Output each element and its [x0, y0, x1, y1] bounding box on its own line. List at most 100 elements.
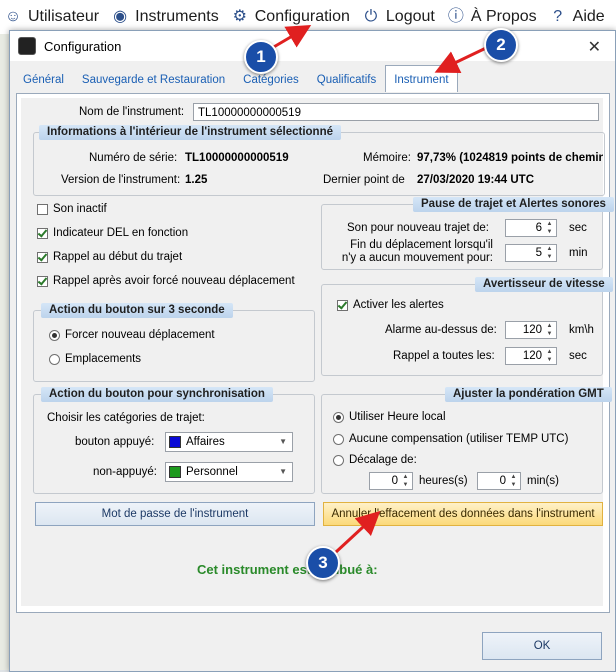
spinner-arrows-icon[interactable]: ▲ ▼ — [400, 473, 411, 489]
aucune-compensation-label: Aucune compensation (utiliser TEMP UTC) — [349, 433, 569, 445]
pressed-value: Affaires — [186, 436, 225, 448]
sync-choose-label: Choisir les catégories de trajet: — [47, 412, 205, 424]
action3-group — [33, 310, 315, 382]
menu-apropos[interactable]: ⓘ À Propos — [447, 8, 537, 26]
rappel-speed-label: Rappel a toutes les: — [393, 350, 495, 362]
tab-sauvegarde[interactable]: Sauvegarde et Restauration — [73, 67, 234, 93]
son-inactif-checkbox[interactable] — [37, 204, 48, 215]
instrument-name-input[interactable]: TL10000000000519 — [193, 103, 599, 121]
lastpoint-label: Dernier point de — [323, 174, 405, 186]
chevron-down-icon[interactable]: ▼ — [279, 463, 287, 481]
tab-categories[interactable]: Catégories — [234, 67, 308, 93]
menu-aide[interactable]: ? Aide — [549, 8, 605, 26]
menu-instruments[interactable]: ◉ Instruments — [111, 8, 219, 26]
rappel-debut-checkbox[interactable] — [37, 252, 48, 263]
rappel-speed-spinner[interactable]: 120 ▲ ▼ — [505, 347, 557, 365]
pressed-combo[interactable]: Affaires ▼ — [165, 432, 293, 452]
serial-value: TL10000000000519 — [185, 152, 289, 164]
fin-spinner[interactable]: 5 ▲ ▼ — [505, 244, 557, 262]
serial-label: Numéro de série: — [89, 152, 178, 164]
users-icon: ☺ — [4, 8, 22, 25]
alarme-spinner[interactable]: 120 ▲ ▼ — [505, 321, 557, 339]
rappel-debut-label: Rappel au début du trajet — [53, 251, 183, 263]
info-group — [33, 132, 605, 196]
spinner-arrows-icon[interactable]: ▲ ▼ — [544, 220, 555, 236]
info-header: Informations à l'intérieur de l'instrume… — [39, 125, 341, 140]
assigned-text: Cet instrument est attribué à: — [197, 562, 378, 577]
cancel-erase-button[interactable]: Annuler l'effacement des données dans l'… — [323, 502, 603, 526]
pause-header: Pause de trajet et Alertes sonores — [413, 197, 614, 212]
close-icon[interactable]: ✕ — [588, 37, 601, 57]
minutes-unit: min(s) — [527, 475, 559, 487]
instrument-icon: ◉ — [113, 8, 128, 25]
tab-strip: Général Sauvegarde et Restauration Catég… — [14, 65, 458, 93]
gear-icon: ⚙ — [232, 8, 247, 25]
decalage-label: Décalage de: — [349, 454, 417, 466]
minutes-spinner[interactable]: 0 ▲ ▼ — [477, 472, 521, 490]
menu-utilisateur-label: Utilisateur — [28, 8, 100, 25]
spinner-arrows-icon[interactable]: ▲ ▼ — [508, 473, 519, 489]
tab-qualificatifs[interactable]: Qualificatifs — [308, 67, 385, 93]
son-trajet-spinner[interactable]: 6 ▲ ▼ — [505, 219, 557, 237]
decalage-radio[interactable] — [333, 455, 344, 466]
tab-instrument[interactable]: Instrument — [385, 65, 458, 92]
activer-alertes-label: Activer les alertes — [353, 299, 444, 311]
dialog-title: Configuration — [44, 38, 122, 54]
heure-locale-label: Utiliser Heure local — [349, 411, 446, 423]
version-value: 1.25 — [185, 174, 208, 186]
fin-label-2: n'y a aucun mouvement pour: — [341, 252, 493, 264]
son-trajet-value: 6 — [535, 222, 542, 234]
sync-header: Action du bouton pour synchronisation — [41, 387, 273, 402]
spinner-arrows-icon[interactable]: ▲ ▼ — [544, 348, 555, 364]
chevron-down-icon[interactable]: ▼ — [279, 433, 287, 451]
rappel-speed-value: 120 — [522, 350, 542, 362]
hours-spinner[interactable]: 0 ▲ ▼ — [369, 472, 413, 490]
callout-badge-1: 1 — [244, 40, 278, 74]
activer-alertes-checkbox[interactable] — [337, 300, 348, 311]
fin-value: 5 — [535, 247, 542, 259]
notpressed-label: non-appuyé: — [93, 466, 157, 478]
tab-general[interactable]: Général — [14, 67, 73, 93]
password-button[interactable]: Mot de passe de l'instrument — [35, 502, 315, 526]
hours-unit: heures(s) — [419, 475, 468, 487]
notpressed-combo[interactable]: Personnel ▼ — [165, 462, 293, 482]
del-label: Indicateur DEL en fonction — [53, 227, 189, 239]
action3-header: Action du bouton sur 3 seconde — [41, 303, 233, 318]
menu-utilisateur[interactable]: ☺ Utilisateur — [4, 8, 99, 26]
rappel-apres-checkbox[interactable] — [37, 276, 48, 287]
aucune-compensation-radio[interactable] — [333, 434, 344, 445]
fin-label-1: Fin du déplacement lorsqu'il — [350, 239, 493, 251]
top-menu-bar: ☺ Utilisateur ◉ Instruments ⚙ Configurat… — [0, 0, 616, 34]
power-icon: ⏻ — [364, 8, 378, 25]
category-color-swatch — [169, 466, 181, 478]
speed-header: Avertisseur de vitesse — [475, 277, 613, 292]
dialog-titlebar[interactable]: Configuration ✕ — [10, 31, 615, 61]
menu-configuration[interactable]: ⚙ Configuration — [231, 8, 350, 26]
ok-button[interactable]: OK — [482, 632, 602, 660]
alarme-value: 120 — [522, 324, 542, 336]
minutes-value: 0 — [499, 475, 506, 487]
alarme-label: Alarme au-dessus de: — [385, 324, 497, 336]
spinner-arrows-icon[interactable]: ▲ ▼ — [544, 322, 555, 338]
info-icon: ⓘ — [447, 8, 464, 25]
callout-badge-3: 3 — [306, 546, 340, 580]
memory-value: 97,73% (1024819 points de chemine — [417, 152, 603, 164]
menu-logout[interactable]: ⏻ Logout — [362, 8, 435, 26]
category-color-swatch — [169, 436, 181, 448]
panel-content: Nom de l'instrument: TL10000000000519 In… — [21, 98, 614, 606]
gmt-header: Ajuster la pondération GMT — [445, 387, 612, 402]
del-checkbox[interactable] — [37, 228, 48, 239]
forcer-label: Forcer nouveau déplacement — [65, 329, 215, 341]
rappel-speed-unit: sec — [569, 350, 587, 362]
forcer-radio[interactable] — [49, 330, 60, 341]
emplacements-radio[interactable] — [49, 354, 60, 365]
menu-logout-label: Logout — [385, 8, 435, 25]
help-icon: ? — [553, 8, 563, 25]
heure-locale-radio[interactable] — [333, 412, 344, 423]
spinner-arrows-icon[interactable]: ▲ ▼ — [544, 245, 555, 261]
callout-badge-2: 2 — [484, 28, 518, 62]
menu-aide-label: Aide — [572, 8, 605, 25]
hours-value: 0 — [391, 475, 398, 487]
lastpoint-value: 27/03/2020 19:44 UTC — [417, 174, 534, 186]
instrument-name-label: Nom de l'instrument: — [79, 106, 185, 118]
